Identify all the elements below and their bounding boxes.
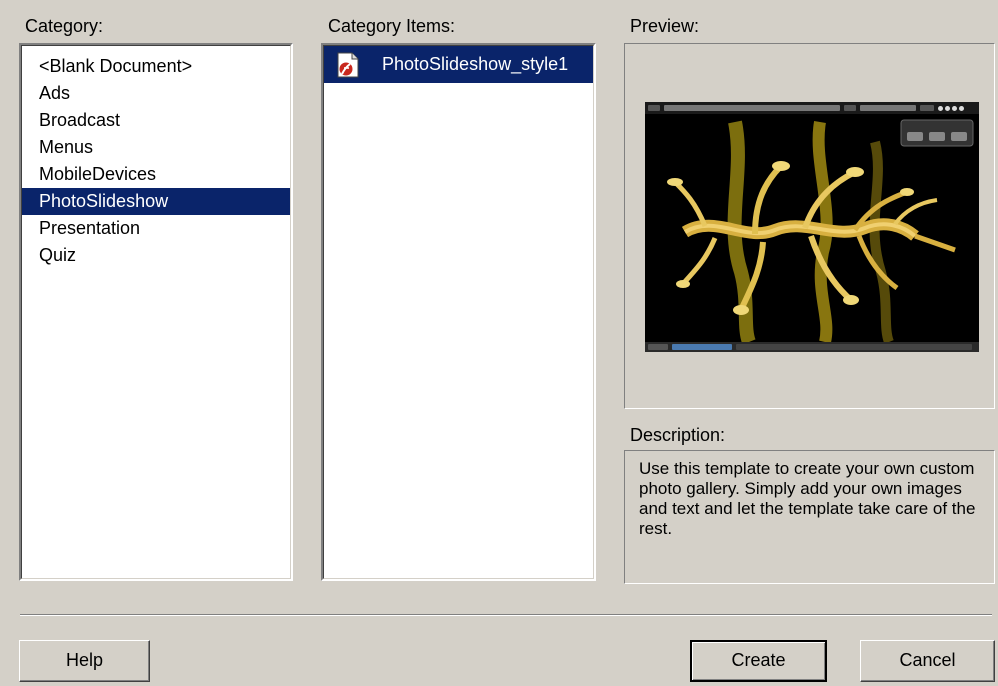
preview-thumb-caption-bar [645,342,979,352]
category-items-item-label: PhotoSlideshow_style1 [382,54,569,74]
category-item-photoslideshow[interactable]: PhotoSlideshow [22,188,290,215]
category-item-mobiledevices[interactable]: MobileDevices [22,161,290,188]
category-item-quiz[interactable]: Quiz [22,242,290,269]
category-items-label: Category Items: [328,16,456,36]
category-item-menus[interactable]: Menus [22,134,290,161]
cancel-button[interactable]: Cancel [860,640,995,682]
description-text: Use this template to create your own cus… [624,450,995,584]
help-button[interactable]: Help [19,640,150,682]
category-list[interactable]: <Blank Document> Ads Broadcast Menus Mob… [19,43,293,581]
category-item-presentation[interactable]: Presentation [22,215,290,242]
flash-document-icon [337,52,359,77]
category-items-item-photoslideshow-style1[interactable]: PhotoSlideshow_style1 [324,46,593,83]
category-item-blank-document[interactable]: <Blank Document> [22,53,290,80]
description-label: Description: [630,425,726,445]
preview-label: Preview: [630,16,700,36]
category-label: Category: [25,16,104,36]
category-item-broadcast[interactable]: Broadcast [22,107,290,134]
preview-image [645,102,979,352]
leafy-seadragon-photo-icon [645,114,979,345]
button-separator [20,614,992,616]
category-item-ads[interactable]: Ads [22,80,290,107]
create-button[interactable]: Create [690,640,827,682]
preview-panel [624,43,995,409]
category-items-list[interactable]: PhotoSlideshow_style1 [321,43,596,581]
